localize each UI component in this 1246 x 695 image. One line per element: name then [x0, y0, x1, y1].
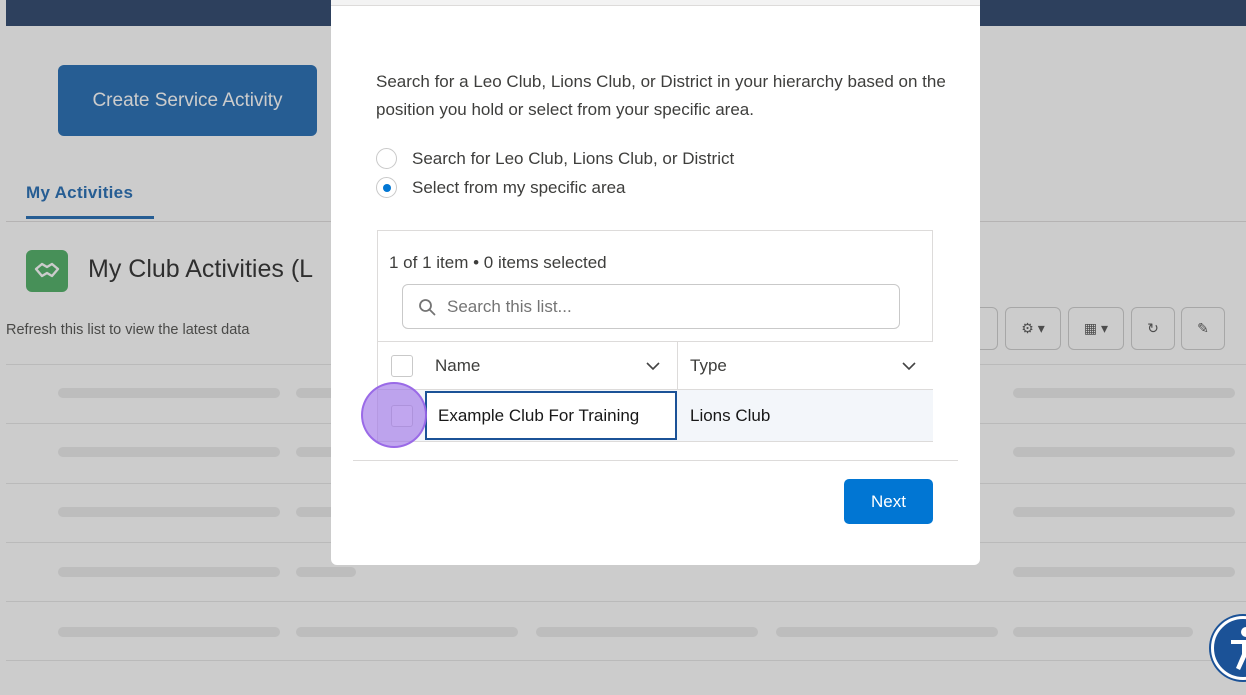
select-club-modal: Search for a Leo Club, Lions Club, or Di… — [331, 0, 980, 565]
column-header-type[interactable]: Type — [678, 341, 933, 390]
radio-search-option[interactable]: Search for Leo Club, Lions Club, or Dist… — [376, 148, 734, 169]
chevron-down-icon[interactable] — [645, 361, 661, 371]
cell-name[interactable]: Example Club For Training — [425, 391, 677, 440]
column-label: Type — [690, 355, 727, 375]
click-highlight — [361, 382, 427, 448]
select-all-checkbox[interactable] — [390, 354, 413, 377]
radio-specific-area-option[interactable]: Select from my specific area — [376, 177, 626, 198]
search-input[interactable] — [447, 296, 867, 317]
radio-label: Select from my specific area — [412, 177, 626, 197]
radio-label: Search for Leo Club, Lions Club, or Dist… — [412, 148, 735, 168]
club-table: 1 of 1 item • 0 items selected Name Type… — [377, 230, 933, 442]
cell-type: Lions Club — [690, 405, 771, 425]
search-icon — [419, 298, 436, 315]
radio-button-selected[interactable] — [376, 177, 397, 198]
modal-instructions: Search for a Leo Club, Lions Club, or Di… — [376, 72, 946, 119]
column-label: Name — [435, 355, 481, 375]
radio-button[interactable] — [376, 148, 397, 169]
next-button[interactable]: Next — [844, 479, 933, 524]
accessibility-icon — [1231, 627, 1246, 670]
modal-header — [331, 0, 980, 6]
item-count: 1 of 1 item • 0 items selected — [389, 253, 607, 272]
footer-divider — [353, 460, 958, 461]
table-row[interactable]: Example Club For Training Lions Club — [378, 390, 933, 441]
list-search[interactable] — [402, 284, 900, 329]
column-header-name[interactable]: Name — [425, 341, 678, 390]
chevron-down-icon[interactable] — [901, 361, 917, 371]
